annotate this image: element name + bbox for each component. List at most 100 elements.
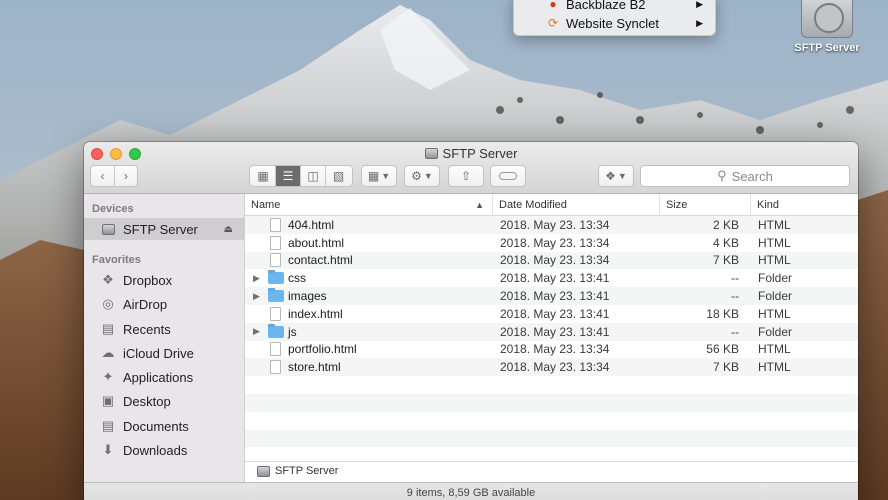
sidebar-item-icloud-drive[interactable]: ☁ iCloud Drive bbox=[84, 342, 245, 364]
share-button[interactable]: ⇧ bbox=[448, 165, 484, 187]
menu-item-backblaze[interactable]: ● Backblaze B2 ▶ bbox=[514, 0, 715, 13]
gear-icon: ⚙ bbox=[411, 169, 422, 183]
file-kind: HTML bbox=[758, 217, 791, 232]
tag-icon bbox=[499, 172, 517, 180]
column-view-button[interactable]: ◫ bbox=[301, 166, 326, 186]
finder-window: SFTP Server ‹ › ▦ ☰ ◫ ▧ ▦ ▼ ⚙ ▼ ⇧ ❖ ▼ ⚲ … bbox=[84, 142, 858, 500]
file-kind: HTML bbox=[758, 235, 791, 250]
column-header-date[interactable]: Date Modified bbox=[492, 194, 659, 216]
html-file-icon bbox=[270, 342, 281, 357]
file-name: css bbox=[288, 271, 306, 286]
sidebar-item-label: SFTP Server bbox=[123, 221, 198, 237]
sidebar-item-desktop[interactable]: ▣ Desktop bbox=[84, 390, 245, 412]
table-row[interactable]: ▶ images 2018. May 23. 13:41 -- Folder bbox=[245, 287, 858, 305]
chevron-down-icon: ▼ bbox=[381, 171, 391, 181]
window-title-text: SFTP Server bbox=[442, 146, 518, 161]
path-bar[interactable]: SFTP Server bbox=[245, 461, 858, 480]
file-name: index.html bbox=[288, 306, 343, 321]
sidebar-item-applications[interactable]: ✦ Applications bbox=[84, 366, 245, 388]
table-row[interactable]: ▶ js 2018. May 23. 13:41 -- Folder bbox=[245, 322, 858, 341]
sidebar-item-recents[interactable]: ▤ Recents bbox=[84, 318, 245, 340]
table-row[interactable]: 404.html 2018. May 23. 13:34 2 KB HTML bbox=[245, 216, 858, 234]
share-icon: ⇧ bbox=[460, 169, 472, 183]
documents-icon: ▤ bbox=[101, 418, 115, 433]
file-kind: HTML bbox=[758, 342, 791, 357]
sidebar-heading-favorites: Favorites bbox=[92, 254, 141, 266]
window-titlebar: SFTP Server ‹ › ▦ ☰ ◫ ▧ ▦ ▼ ⚙ ▼ ⇧ ❖ ▼ ⚲ … bbox=[84, 142, 858, 194]
status-text: 9 items, 8,59 GB available bbox=[406, 487, 536, 499]
action-button[interactable]: ⚙ ▼ bbox=[404, 165, 440, 187]
file-kind: Folder bbox=[758, 271, 793, 286]
downloads-icon: ⬇ bbox=[102, 442, 114, 457]
disclosure-triangle-icon[interactable]: ▶ bbox=[253, 273, 260, 284]
dropbox-toolbar-button[interactable]: ❖ ▼ bbox=[598, 165, 634, 187]
table-row[interactable]: contact.html 2018. May 23. 13:34 7 KB HT… bbox=[245, 251, 858, 270]
sidebar-item-dropbox[interactable]: ❖ Dropbox bbox=[84, 269, 245, 291]
sidebar-item-airdrop[interactable]: ◎ AirDrop bbox=[84, 293, 245, 315]
column-header-name[interactable]: Name ▲ bbox=[245, 194, 492, 216]
tags-button[interactable] bbox=[490, 165, 526, 187]
back-button[interactable]: ‹ bbox=[91, 165, 115, 187]
search-icon: ⚲ bbox=[717, 168, 727, 183]
file-name: images bbox=[288, 289, 327, 304]
drive-icon bbox=[424, 148, 438, 159]
sync-icon: ⟳ bbox=[547, 16, 559, 30]
file-kind: HTML bbox=[758, 360, 791, 375]
icon-view-button[interactable]: ▦ bbox=[251, 166, 276, 186]
sidebar-item-label: iCloud Drive bbox=[123, 345, 194, 361]
folder-icon bbox=[268, 270, 284, 285]
file-name: js bbox=[288, 324, 297, 339]
airdrop-icon: ◎ bbox=[102, 296, 114, 311]
sort-ascending-icon: ▲ bbox=[475, 200, 484, 210]
file-size: 4 KB bbox=[712, 235, 739, 250]
backblaze-flame-icon: ● bbox=[549, 0, 557, 11]
sidebar-item-downloads[interactable]: ⬇ Downloads bbox=[84, 439, 245, 461]
eject-icon[interactable]: ⏏ bbox=[224, 224, 233, 235]
chevron-left-icon: ‹ bbox=[100, 169, 105, 183]
sidebar-item-label: Downloads bbox=[123, 442, 188, 458]
drive-icon bbox=[99, 221, 117, 237]
empty-row bbox=[245, 376, 858, 394]
columns-icon: ◫ bbox=[307, 169, 319, 183]
html-file-icon bbox=[270, 360, 281, 375]
column-header-size[interactable]: Size bbox=[659, 194, 750, 216]
cloud-icon: ☁ bbox=[101, 345, 115, 360]
column-header-kind[interactable]: Kind bbox=[750, 194, 858, 216]
chevron-down-icon: ▼ bbox=[423, 171, 433, 181]
table-row[interactable]: store.html 2018. May 23. 13:34 7 KB HTML bbox=[245, 358, 858, 377]
view-mode-control: ▦ ☰ ◫ ▧ bbox=[249, 165, 353, 187]
file-date: 2018. May 23. 13:34 bbox=[500, 235, 610, 250]
sidebar: Devices SFTP Server ⏏ Favorites ❖ Dropbo… bbox=[84, 194, 245, 494]
desktop-drive-sftp-server[interactable]: SFTP Server bbox=[790, 0, 864, 54]
file-name: portfolio.html bbox=[288, 342, 357, 357]
forward-button[interactable]: › bbox=[115, 165, 137, 187]
sidebar-item-label: Recents bbox=[123, 321, 171, 337]
file-kind: HTML bbox=[758, 306, 791, 321]
folder-icon bbox=[268, 288, 284, 303]
file-date: 2018. May 23. 13:41 bbox=[500, 289, 610, 304]
disclosure-triangle-icon[interactable]: ▶ bbox=[253, 326, 260, 337]
table-row[interactable]: portfolio.html 2018. May 23. 13:34 56 KB… bbox=[245, 341, 858, 359]
gallery-view-button[interactable]: ▧ bbox=[326, 166, 351, 186]
file-date: 2018. May 23. 13:34 bbox=[500, 253, 610, 268]
html-file-icon bbox=[270, 306, 281, 321]
menu-item-website-synclet[interactable]: ⟳ Website Synclet ▶ bbox=[514, 14, 715, 32]
list-view-button[interactable]: ☰ bbox=[276, 166, 301, 186]
table-row[interactable]: ▶ css 2018. May 23. 13:41 -- Folder bbox=[245, 269, 858, 287]
table-row[interactable]: index.html 2018. May 23. 13:41 18 KB HTM… bbox=[245, 305, 858, 323]
table-row[interactable]: about.html 2018. May 23. 13:34 4 KB HTML bbox=[245, 234, 858, 252]
sidebar-item-documents[interactable]: ▤ Documents bbox=[84, 415, 245, 437]
file-date: 2018. May 23. 13:34 bbox=[500, 342, 610, 357]
group-grid-icon: ▦ bbox=[367, 169, 380, 183]
sidebar-item-label: Desktop bbox=[123, 393, 171, 409]
sidebar-item-label: AirDrop bbox=[123, 296, 168, 312]
sidebar-item-sftp-server[interactable]: SFTP Server ⏏ bbox=[84, 218, 245, 240]
disclosure-triangle-icon[interactable]: ▶ bbox=[253, 291, 260, 302]
window-title: SFTP Server bbox=[84, 146, 858, 161]
menu-item-label: Backblaze B2 bbox=[566, 0, 646, 12]
file-date: 2018. May 23. 13:41 bbox=[500, 324, 610, 339]
file-size: 56 KB bbox=[706, 342, 739, 357]
applications-icon: ✦ bbox=[102, 369, 114, 384]
search-input[interactable]: ⚲ Search bbox=[640, 165, 850, 187]
group-by-button[interactable]: ▦ ▼ bbox=[361, 165, 397, 187]
